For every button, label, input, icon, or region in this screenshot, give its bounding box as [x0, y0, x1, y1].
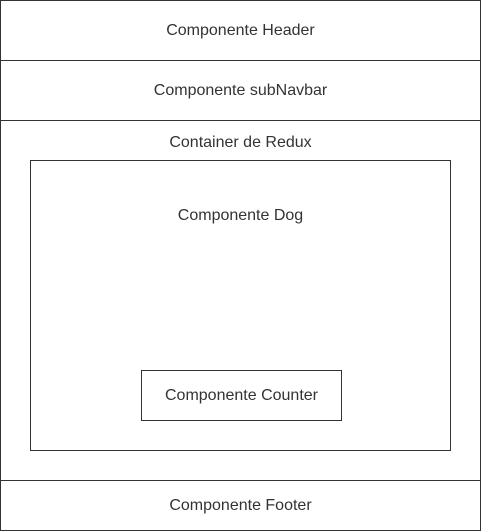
counter-component-label: Componente Counter [165, 387, 318, 404]
header-component-label: Componente Header [166, 22, 315, 39]
dog-component-box: Componente Dog Componente Counter [30, 160, 451, 451]
subnavbar-component-label: Componente subNavbar [153, 82, 328, 99]
dog-component-label: Componente Dog [177, 207, 304, 224]
redux-container-label: Container de Redux [169, 134, 312, 151]
redux-container-box: Container de Redux Componente Dog Compon… [0, 120, 481, 481]
footer-component-box: Componente Footer [0, 480, 481, 531]
footer-component-label: Componente Footer [169, 497, 312, 514]
counter-component-box: Componente Counter [141, 370, 342, 421]
header-component-box: Componente Header [0, 0, 481, 61]
subnavbar-component-box: Componente subNavbar [0, 60, 481, 121]
